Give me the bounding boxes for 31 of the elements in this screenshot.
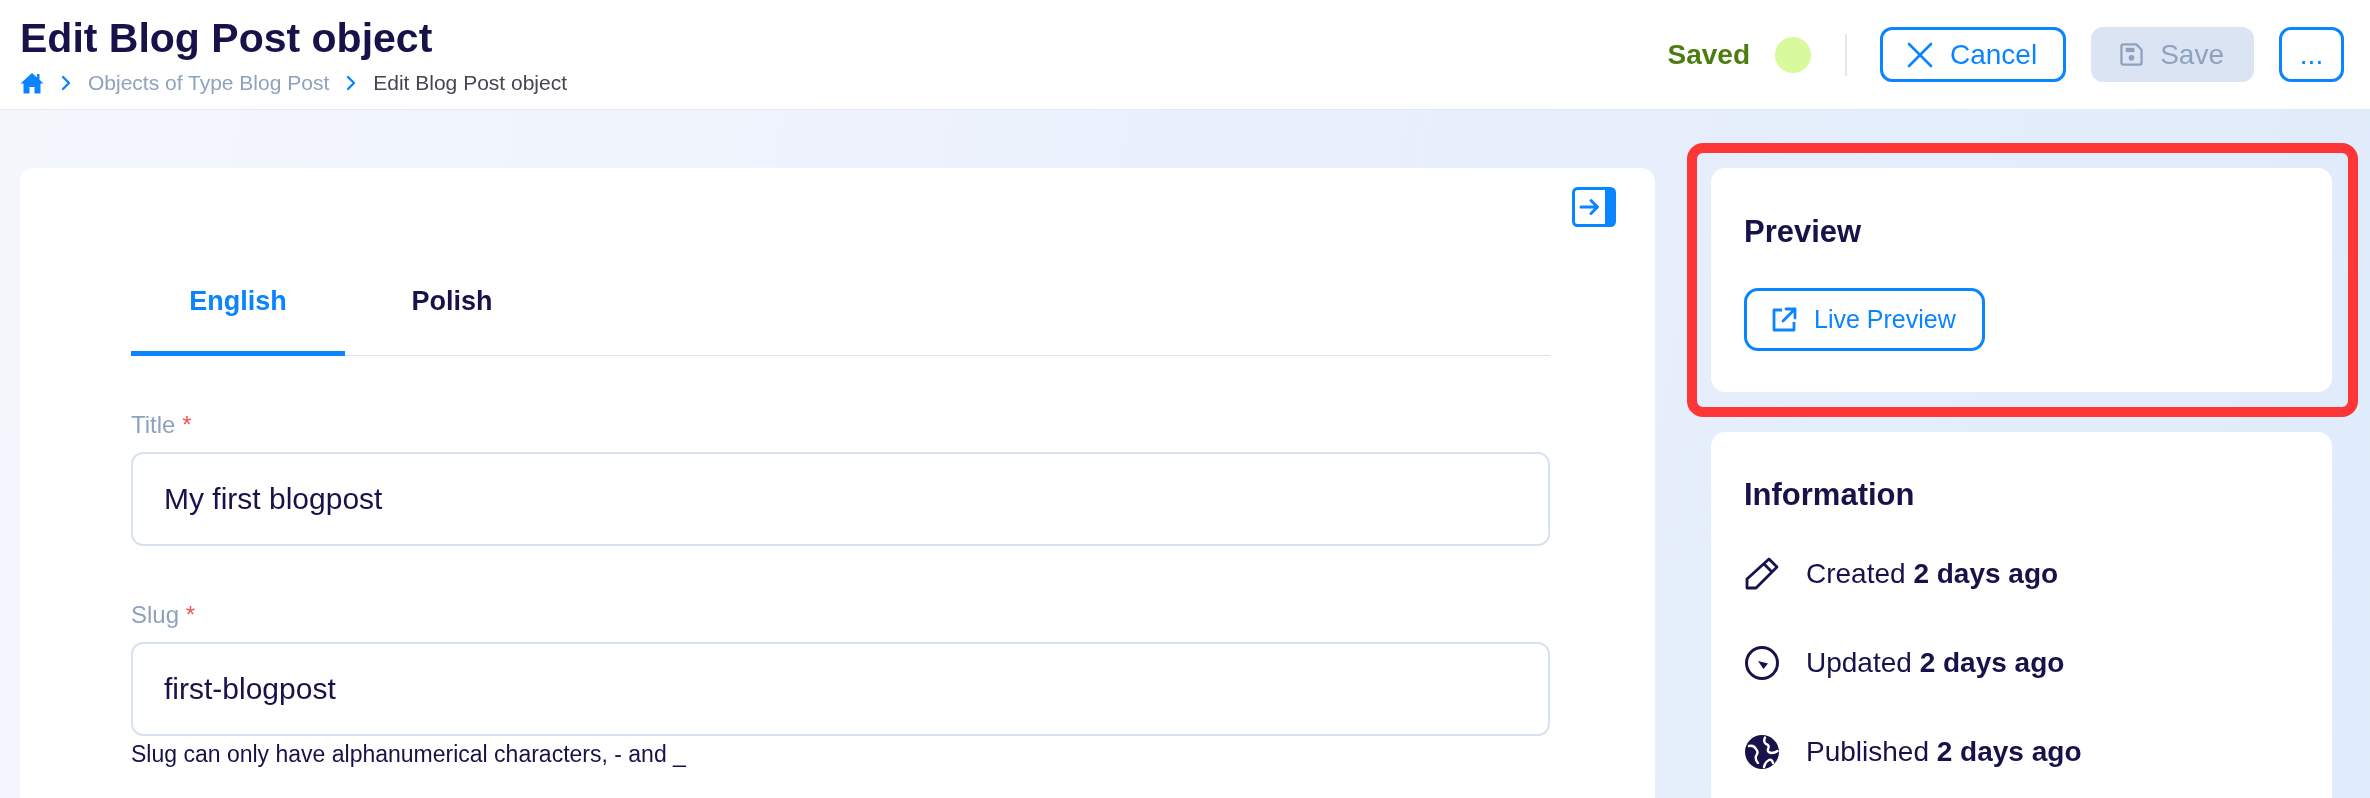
external-link-icon [1771, 306, 1797, 333]
clock-icon [1744, 645, 1780, 681]
language-tab[interactable]: Polish [345, 247, 559, 356]
save-icon [2120, 43, 2144, 66]
pencil-icon [1744, 556, 1780, 592]
collapse-panel-button[interactable] [1572, 187, 1616, 227]
text-input[interactable]: My first blogpost [131, 452, 1550, 546]
language-tab[interactable]: English [131, 247, 345, 356]
card-title: Preview [1744, 214, 1863, 250]
info-text: Updated 2 days ago [1806, 646, 2065, 680]
arrow-into-panel-icon [1572, 187, 1616, 227]
field-label: Slug * [131, 600, 197, 630]
globe-icon [1744, 734, 1780, 770]
info-text: Created 2 days ago [1806, 557, 2059, 591]
breadcrumb-link[interactable]: Objects of Type Blog Post [88, 71, 330, 95]
breadcrumb-current: Edit Blog Post object [373, 71, 568, 95]
cancel-button[interactable]: Cancel [1880, 27, 2067, 82]
chevron-right-icon [60, 75, 72, 91]
info-text: Published 2 days ago [1806, 735, 2082, 769]
home-icon [20, 72, 44, 94]
field-label: Title * [131, 410, 193, 440]
save-status: Saved [1667, 37, 1750, 72]
live-preview-button[interactable]: Live Preview [1744, 288, 1985, 351]
page-title: Edit Blog Post object [20, 18, 434, 59]
close-icon [1907, 41, 1933, 68]
home-link[interactable] [20, 72, 44, 94]
card-title: Information [1744, 477, 1916, 513]
text-input[interactable]: first-blogpost [131, 642, 1550, 736]
field-hint: Slug can only have alphanumerical characters, - and _ [131, 740, 687, 768]
chevron-right-icon [345, 75, 358, 91]
more-button[interactable]: ... [2279, 27, 2344, 82]
